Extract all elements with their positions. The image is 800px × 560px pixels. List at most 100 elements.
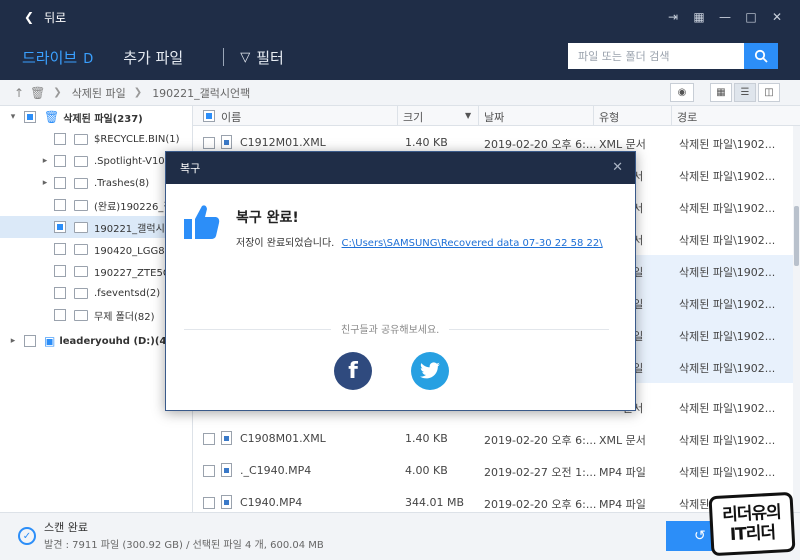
tree-root-label: 삭제된 파일(237) [63,113,143,125]
folder-icon [74,265,88,277]
tree-drive-label: leaderyouhd (D:)(47 [59,335,174,347]
tree-checkbox[interactable] [54,133,66,145]
breadcrumb-item[interactable]: 삭제된 파일 [72,85,126,101]
tree-item-label: (완료)190226_갤 [94,201,173,213]
detail-view-icon[interactable]: ◫ [758,83,780,102]
search-input[interactable] [568,43,744,69]
scrollbar-thumb[interactable] [794,206,799,266]
tree-item-label: .fseventsd(2) [94,287,161,299]
expand-arrow-icon[interactable]: ▸ [40,178,50,188]
menu-icon[interactable]: ▦ [686,10,712,24]
folder-icon [74,221,88,233]
table-row[interactable]: ._C1940.MP4 4.00 KB 2019-02-27 오전 1:... … [193,455,800,487]
breadcrumb-item[interactable]: 190221_갤럭시언팩 [152,85,250,101]
column-type[interactable]: 유형 [599,109,619,125]
tab-drive-label: 드라이브 [22,48,78,67]
scan-summary: 발견 : 7911 파일 (300.92 GB) / 선택된 파일 4 개, 6… [44,540,324,551]
facebook-share-button[interactable]: f [334,352,372,390]
expand-arrow-icon[interactable]: ▸ [40,156,50,166]
tree-checkbox[interactable] [54,199,66,211]
tree-item-label: .Trashes(8) [94,177,150,189]
thumbs-up-icon [184,205,220,239]
folder-icon [74,287,88,299]
dialog-close-icon[interactable]: ✕ [612,160,623,175]
facebook-icon: f [348,358,358,384]
trash-icon: 🗑 [30,85,46,100]
tree-checkbox[interactable] [54,177,66,189]
folder-icon [74,243,88,255]
save-complete-text: 저장이 완료되었습니다. [236,238,335,249]
column-date[interactable]: 날짜 [484,109,504,125]
tab-drive[interactable]: 드라이브 D [22,47,93,68]
row-checkbox[interactable] [203,497,215,509]
column-path[interactable]: 경로 [677,109,697,125]
recovery-complete-dialog: 복구 ✕ 복구 완료! 저장이 완료되었습니다. C:\Users\SAMSUN… [165,151,636,411]
tree-checkbox[interactable] [24,111,36,123]
select-all-checkbox[interactable] [203,110,215,122]
folder-icon [74,155,88,167]
dialog-title: 복구 [180,162,201,175]
tab-extra-files[interactable]: 추가 파일 [123,47,183,68]
list-scrollbar[interactable] [793,126,800,512]
nav-divider [223,48,225,66]
dialog-header: 복구 ✕ [166,152,635,184]
twitter-share-button[interactable] [411,352,449,390]
tree-root-deleted[interactable]: ▾ 🗑 삭제된 파일(237) [0,106,192,128]
row-checkbox[interactable] [203,137,215,149]
tree-checkbox[interactable] [54,309,66,321]
tree-item-label: 190420_LGG8충 [94,245,174,257]
trash-icon: 🗑 [44,110,60,124]
tree-checkbox[interactable] [54,287,66,299]
table-row[interactable]: C1908M01.XML 1.40 KB 2019-02-20 오후 6:...… [193,423,800,455]
up-arrow-icon[interactable]: ↑ [14,86,24,100]
folder-icon [74,309,88,321]
search-icon [754,49,768,63]
status-bar: ✓ 스캔 완료 발견 : 7911 파일 (300.92 GB) / 선택된 파… [0,512,800,560]
preview-eye-icon[interactable]: ◉ [670,83,694,102]
breadcrumb-separator-icon: ❯ [133,87,143,98]
tree-item[interactable]: $RECYCLE.BIN(1) [0,128,192,150]
file-icon [221,135,232,149]
search-button[interactable] [744,43,778,69]
tree-checkbox[interactable] [24,335,36,347]
back-button[interactable]: ❮ 뒤로 [24,9,66,26]
tree-item-label: $RECYCLE.BIN(1) [94,133,180,145]
column-size[interactable]: 크기 [403,109,423,125]
folder-icon [74,133,88,145]
close-icon[interactable]: ✕ [764,10,790,24]
share-label: 친구들과 공유해보세요. [331,321,450,336]
view-toggle: ◉ ▦ ☰ ◫ [668,83,780,102]
filter-label: 필터 [256,48,284,67]
video-file-icon [221,495,232,509]
twitter-icon [420,362,440,379]
recovered-path-link[interactable]: C:\Users\SAMSUNG\Recovered data 07-30 22… [342,238,603,249]
breadcrumb: ↑ 🗑 ❯ 삭제된 파일 ❯ 190221_갤럭시언팩 ◉ ▦ ☰ ◫ [0,80,800,106]
dialog-message: 저장이 완료되었습니다. C:\Users\SAMSUNG\Recovered … [236,234,603,249]
tree-checkbox[interactable] [54,155,66,167]
grid-view-icon[interactable]: ▦ [710,83,732,102]
tab-drive-letter: D [83,51,94,67]
minimize-icon[interactable]: — [712,10,738,24]
row-checkbox[interactable] [203,465,215,477]
folder-icon [74,199,88,211]
file-list-header: 이름 크기 ▼ 날짜 유형 경로 [193,106,800,126]
row-checkbox[interactable] [203,433,215,445]
expand-arrow-icon[interactable]: ▸ [8,336,18,346]
breadcrumb-separator-icon: ❯ [53,87,62,98]
drive-user-icon: ▣ [44,334,56,348]
tree-checkbox[interactable] [54,221,66,233]
tree-item-label: .Spotlight-V100( [94,155,175,167]
expand-arrow-icon[interactable]: ▾ [8,112,18,122]
funnel-icon: ▽ [240,49,251,65]
maximize-icon[interactable]: □ [738,10,764,24]
sort-desc-icon[interactable]: ▼ [465,111,471,120]
tree-item-label: 190221_갤럭시언 [94,223,174,235]
signin-icon[interactable]: ⇥ [660,10,686,24]
chevron-left-icon: ❮ [24,10,35,24]
video-file-icon [221,463,232,477]
filter-button[interactable]: ▽ 필터 [240,47,284,68]
list-view-icon[interactable]: ☰ [734,83,756,102]
tree-checkbox[interactable] [54,265,66,277]
column-name[interactable]: 이름 [221,109,241,125]
tree-checkbox[interactable] [54,243,66,255]
